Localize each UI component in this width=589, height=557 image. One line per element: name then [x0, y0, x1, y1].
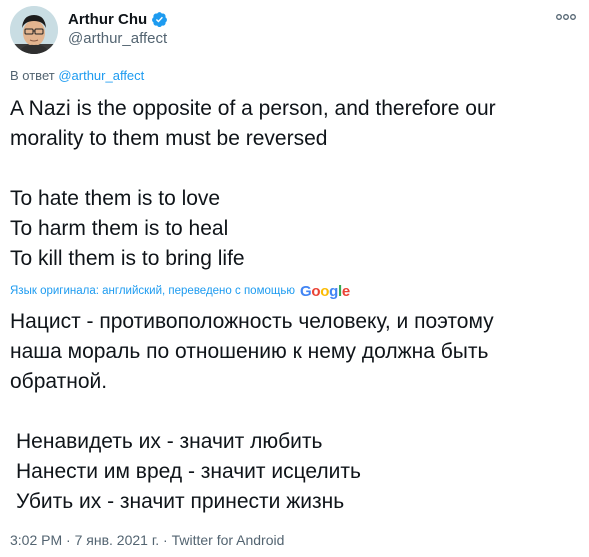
verified-badge-icon: [152, 11, 168, 27]
translated-line: наша мораль по отношению к нему должна б…: [10, 340, 489, 363]
tweet-time[interactable]: 3:02 PM: [10, 532, 62, 548]
meta-separator: ·: [163, 532, 168, 548]
translation-label[interactable]: Язык оригинала: английский, переведено с…: [10, 285, 295, 297]
tweet-line: To harm them is to heal: [10, 217, 229, 240]
handle[interactable]: @arthur_affect: [68, 30, 168, 47]
more-options-icon[interactable]: [554, 9, 578, 25]
google-logo: Google: [299, 282, 350, 300]
tweet-date[interactable]: 7 янв. 2021 г.: [75, 532, 160, 548]
reply-prefix: В ответ: [10, 68, 55, 83]
translated-body: Нацист - противоположность человеку, и п…: [10, 307, 582, 517]
translated-line: Нацист - противоположность человеку, и п…: [10, 310, 494, 333]
translation-attribution: Язык оригинала: английский, переведено с…: [10, 282, 350, 300]
avatar-image: [10, 6, 58, 54]
tweet-source[interactable]: Twitter for Android: [172, 532, 285, 548]
display-name-row: Arthur Chu: [68, 9, 168, 29]
tweet-line: To hate them is to love: [10, 187, 221, 210]
translated-line: Нанести им вред - значит исцелить: [16, 460, 361, 483]
translated-line: Ненавидеть их - значит любить: [16, 430, 323, 453]
display-name[interactable]: Arthur Chu: [68, 11, 147, 28]
tweet-header: Arthur Chu @arthur_affect: [10, 6, 580, 56]
avatar[interactable]: [10, 6, 58, 54]
tweet-line: To kill them is to bring life: [10, 247, 245, 270]
tweet-body: A Nazi is the opposite of a person, and …: [10, 94, 582, 274]
tweet-line: A Nazi is the opposite of a person, and …: [10, 97, 496, 120]
translated-line: Убить их - значит принести жизнь: [16, 490, 345, 513]
reply-context: В ответ @arthur_affect: [10, 68, 144, 83]
tweet: Arthur Chu @arthur_affect В ответ @arthu…: [0, 0, 589, 557]
tweet-meta: 3:02 PM · 7 янв. 2021 г. · Twitter for A…: [10, 532, 284, 548]
meta-separator: ·: [66, 532, 71, 548]
translated-line: обратной.: [10, 370, 108, 393]
reply-mention-link[interactable]: @arthur_affect: [58, 68, 144, 83]
tweet-line: morality to them must be reversed: [10, 127, 328, 150]
author-names: Arthur Chu @arthur_affect: [68, 9, 168, 48]
